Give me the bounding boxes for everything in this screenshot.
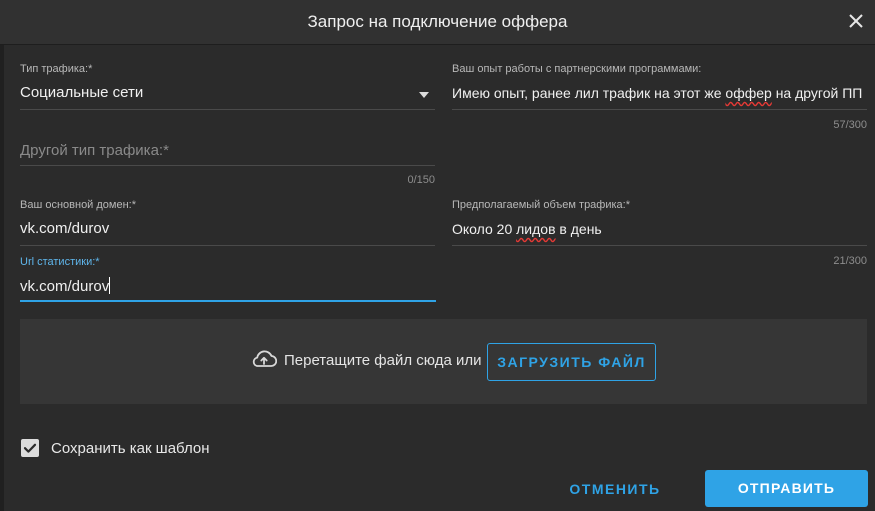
drop-hint-text: Перетащите файл сюда или	[284, 352, 482, 369]
save-template-label[interactable]: Сохранить как шаблон	[51, 440, 210, 457]
traffic-volume-text-start: Около 20	[452, 221, 517, 237]
stats-url-input[interactable]: vk.com/durov	[20, 277, 111, 295]
traffic-volume-text-end: в день	[555, 221, 602, 237]
experience-field[interactable]: Ваш опыт работы с партнерскими программа…	[452, 63, 867, 133]
main-domain-field[interactable]: Ваш основной домен:* vk.com/durov	[20, 199, 435, 249]
dropdown-arrow-icon[interactable]	[419, 92, 429, 98]
main-domain-label: Ваш основной домен:*	[20, 199, 137, 211]
main-domain-underline	[20, 245, 435, 246]
close-icon[interactable]	[845, 10, 867, 32]
main-domain-value: vk.com/durov	[20, 220, 110, 237]
experience-underline	[452, 109, 867, 110]
offer-connection-dialog: Запрос на подключение оффера Тип трафика…	[0, 0, 875, 511]
stats-url-label: Url статистики:*	[20, 256, 100, 268]
cloud-upload-icon	[252, 350, 277, 367]
traffic-volume-field[interactable]: Предполагаемый объем трафика:* Около 20 …	[452, 199, 867, 271]
save-template-checkbox[interactable]	[21, 439, 39, 457]
stats-url-underline	[20, 300, 436, 302]
spellcheck-word: оффер	[725, 85, 772, 101]
other-traffic-type-placeholder: Другой тип трафика:*	[20, 142, 169, 159]
experience-counter: 57/300	[833, 119, 867, 131]
traffic-type-label: Тип трафика:*	[20, 63, 93, 75]
experience-value: Имею опыт, ранее лил трафик на этот же о…	[452, 85, 862, 101]
cancel-button[interactable]: ОТМЕНИТЬ	[560, 471, 670, 507]
traffic-volume-value: Около 20 лидов в день	[452, 221, 602, 237]
dialog-title: Запрос на подключение оффера	[307, 12, 568, 31]
text-caret	[109, 277, 111, 294]
traffic-type-value: Социальные сети	[20, 84, 144, 101]
checkmark-icon	[23, 443, 37, 453]
spellcheck-word: лидов	[516, 221, 556, 237]
other-traffic-type-underline	[20, 165, 435, 166]
upload-file-button[interactable]: ЗАГРУЗИТЬ ФАЙЛ	[487, 343, 656, 381]
left-edge	[0, 44, 4, 511]
traffic-volume-counter: 21/300	[833, 255, 867, 267]
other-traffic-type-counter: 0/150	[407, 174, 435, 186]
other-traffic-type-field[interactable]: Другой тип трафика:* 0/150	[20, 140, 435, 190]
experience-text-end: на другой ПП	[771, 85, 863, 101]
dialog-header: Запрос на подключение оффера	[0, 0, 875, 45]
traffic-volume-label: Предполагаемый объем трафика:*	[452, 199, 631, 211]
stats-url-value: vk.com/durov	[20, 278, 110, 295]
stats-url-field[interactable]: Url статистики:* vk.com/durov	[20, 256, 436, 304]
traffic-type-underline	[20, 109, 435, 110]
file-drop-zone[interactable]: Перетащите файл сюда или ЗАГРУЗИТЬ ФАЙЛ	[20, 319, 867, 404]
submit-button[interactable]: ОТПРАВИТЬ	[705, 470, 868, 507]
experience-label: Ваш опыт работы с партнерскими программа…	[452, 63, 702, 75]
experience-text-start: Имею опыт, ранее лил трафик на этот же	[452, 85, 726, 101]
traffic-volume-underline	[452, 245, 867, 246]
traffic-type-select[interactable]: Тип трафика:* Социальные сети	[20, 63, 435, 113]
